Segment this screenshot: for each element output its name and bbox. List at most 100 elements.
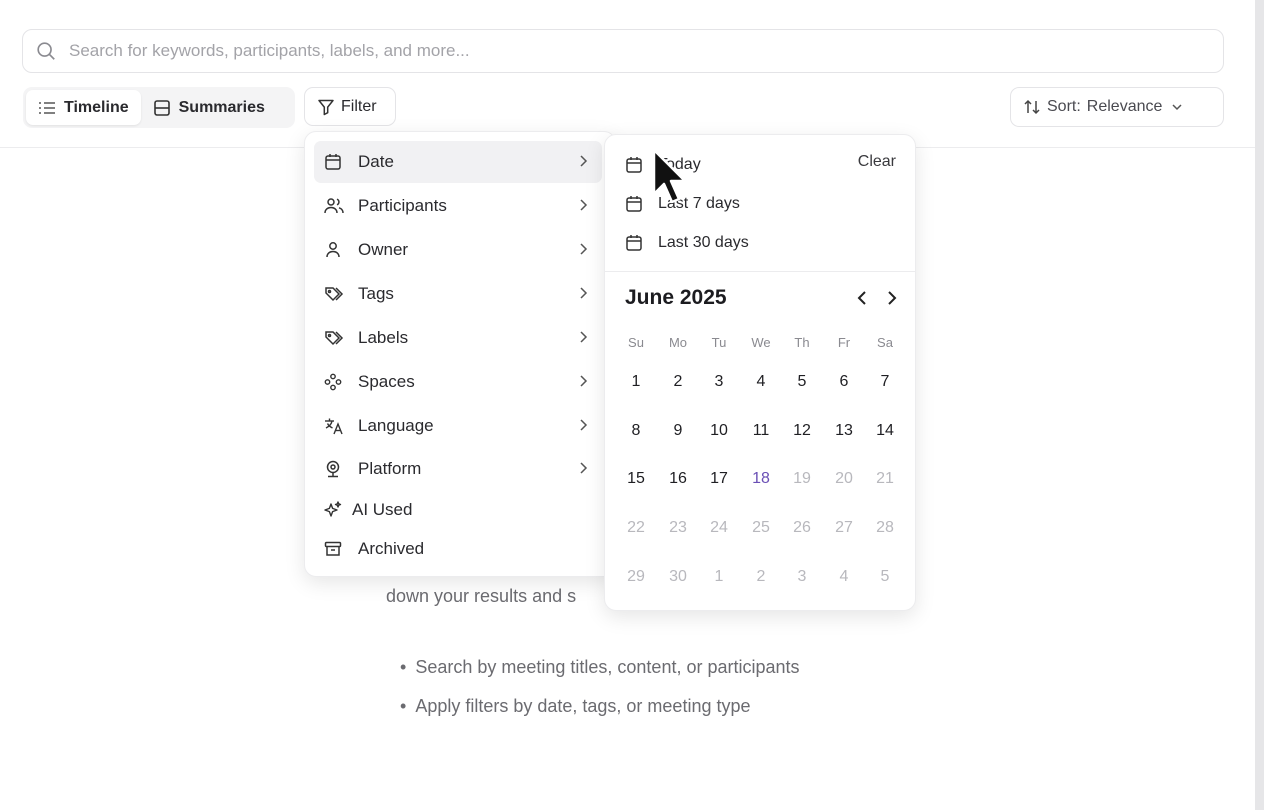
weekday-header: Su [628,335,644,350]
chevron-right-icon [580,155,588,167]
users-icon [324,198,344,214]
calendar-day[interactable]: 6 [826,367,862,397]
calendar-day[interactable]: 2 [743,562,779,592]
calendar-day[interactable]: 9 [660,416,696,446]
calendar-day[interactable]: 5 [867,562,903,592]
list-icon [39,101,55,114]
panel-divider [605,271,915,272]
search-bar[interactable] [22,29,1224,73]
view-toggle: Timeline Summaries [23,87,295,128]
filter-item-owner[interactable]: Owner [314,229,602,271]
calendar-icon [325,154,341,170]
filter-item-labels[interactable]: Labels [314,317,602,359]
calendar-icon [626,235,642,251]
calendar-day[interactable]: 17 [701,464,737,494]
preset-last-30-days[interactable]: Last 30 days [625,230,749,256]
chevron-right-icon[interactable] [885,289,899,307]
calendar-day[interactable]: 21 [867,464,903,494]
chevron-left-icon[interactable] [855,289,869,307]
empty-state-tips: Search by meeting titles, content, or pa… [400,655,800,733]
filter-icon [318,99,334,115]
calendar-day[interactable]: 2 [660,367,696,397]
search-input[interactable] [69,41,1169,61]
calendar-day[interactable]: 16 [660,464,696,494]
filter-item-label: Language [358,416,434,435]
filter-item-language[interactable]: Language [314,405,602,447]
filter-item-label: Participants [358,196,447,215]
empty-state-text: down your results and s [386,586,577,606]
sort-value: Relevance [1086,98,1163,115]
calendar-day[interactable]: 27 [826,513,862,543]
weekday-header: Mo [668,335,688,350]
calendar-day[interactable]: 23 [660,513,696,543]
calendar-day[interactable]: 13 [826,416,862,446]
filter-item-label: Date [358,152,394,171]
filter-item-label: Archived [358,539,425,558]
filter-item-label: AI Used [352,500,413,519]
calendar-day[interactable]: 24 [701,513,737,543]
label-icon [325,331,344,346]
calendar-day[interactable]: 10 [701,416,737,446]
filter-item-spaces[interactable]: Spaces [314,361,602,403]
calendar-day[interactable]: 20 [826,464,862,494]
vertical-scrollbar[interactable] [1255,0,1264,810]
summaries-tab-label: Summaries [178,98,265,116]
filter-item-label: Platform [358,459,422,478]
calendar-day[interactable]: 15 [618,464,654,494]
calendar-day[interactable]: 1 [701,562,737,592]
calendar-day[interactable]: 28 [867,513,903,543]
clear-button[interactable]: Clear [858,153,896,171]
filter-item-label: Tags [358,284,394,303]
weekday-header: Th [794,335,810,350]
chevron-right-icon [580,287,588,299]
search-icon [37,42,55,60]
calendar-day[interactable]: 25 [743,513,779,543]
filter-button[interactable]: Filter [304,87,396,126]
calendar-day[interactable]: 3 [701,367,737,397]
calendar-day[interactable]: 26 [784,513,820,543]
calendar-day[interactable]: 11 [743,416,779,446]
summaries-tab[interactable]: Summaries [141,90,277,125]
sort-arrows-icon [1024,99,1040,115]
sort-dropdown[interactable]: Sort: Relevance [1010,87,1224,127]
calendar-day[interactable]: 18 [743,464,779,494]
chevron-right-icon [580,199,588,211]
chevron-right-icon [580,243,588,255]
archive-icon [324,541,342,556]
calendar-day[interactable]: 4 [826,562,862,592]
filter-item-date[interactable]: Date [314,141,602,183]
filter-item-platform[interactable]: Platform [314,448,602,490]
spaces-icon [324,373,342,391]
calendar-day[interactable]: 3 [784,562,820,592]
calendar-day[interactable]: 29 [618,562,654,592]
calendar-day[interactable]: 19 [784,464,820,494]
calendar-day[interactable]: 14 [867,416,903,446]
chevron-right-icon [580,375,588,387]
calendar-day[interactable]: 7 [867,367,903,397]
language-icon [325,418,343,435]
filter-item-ai-used[interactable]: AI Used [314,489,602,531]
filter-button-label: Filter [341,97,377,115]
chevron-down-icon [1172,104,1182,111]
calendar-day[interactable]: 5 [784,367,820,397]
webcam-icon [326,460,340,478]
calendar-day[interactable]: 1 [618,367,654,397]
filter-item-participants[interactable]: Participants [314,185,602,227]
calendar-day[interactable]: 4 [743,367,779,397]
filter-item-label: Labels [358,328,409,347]
calendar-day[interactable]: 30 [660,562,696,592]
sort-label: Sort: [1047,98,1081,115]
calendar-day[interactable]: 8 [618,416,654,446]
calendar-day[interactable]: 22 [618,513,654,543]
filter-item-label: Spaces [358,372,415,391]
user-icon [326,242,340,258]
timeline-tab-label: Timeline [64,98,129,116]
calendar-day[interactable]: 12 [784,416,820,446]
weekday-header: We [751,335,771,350]
tip-item: Apply filters by date, tags, or meeting … [400,694,800,733]
chevron-right-icon [580,331,588,343]
timeline-tab[interactable]: Timeline [26,90,141,125]
preset-label: Last 30 days [658,234,749,251]
filter-item-tags[interactable]: Tags [314,273,602,315]
filter-item-archived[interactable]: Archived [314,528,602,570]
